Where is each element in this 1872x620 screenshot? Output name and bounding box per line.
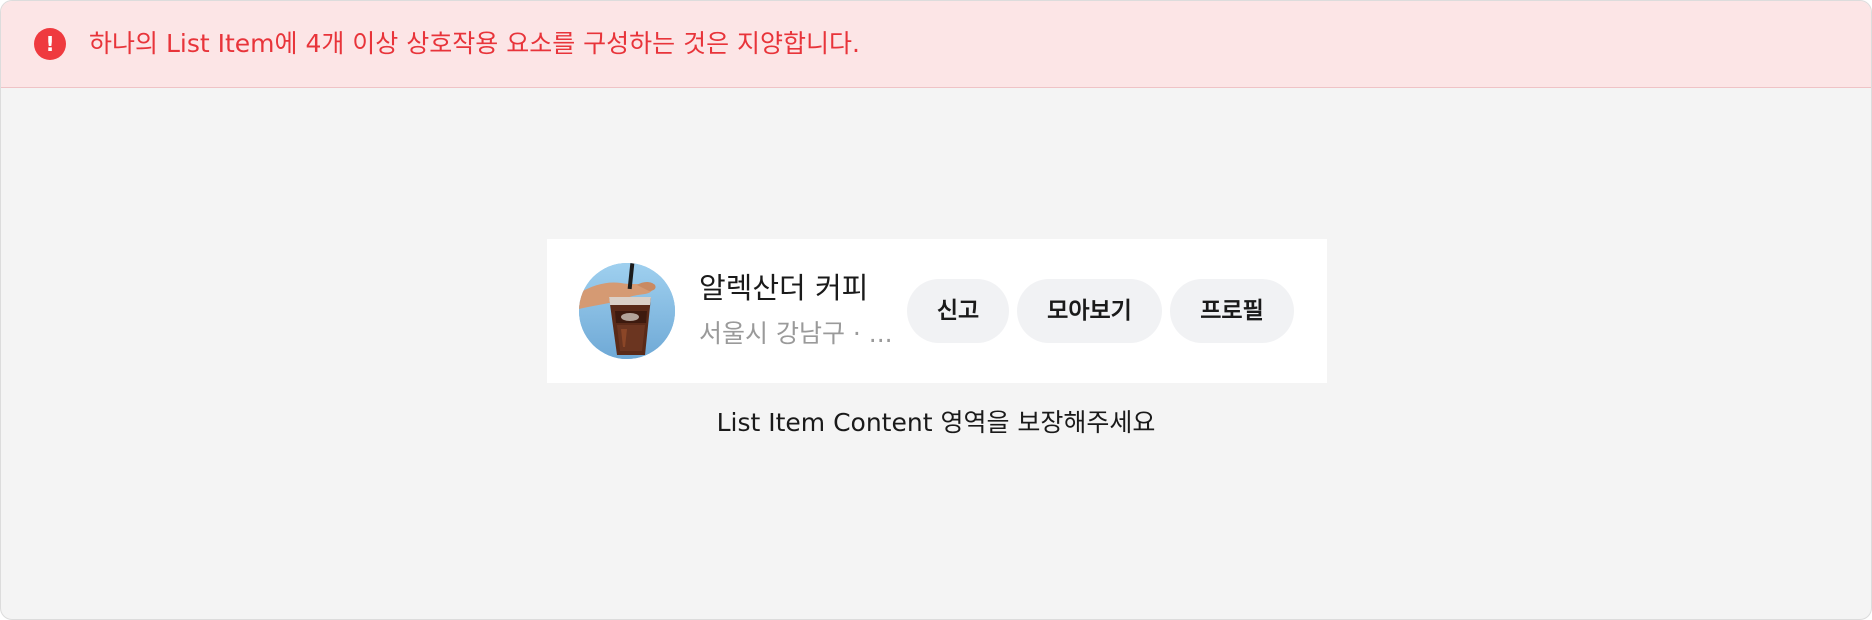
exclamation-icon: !: [34, 28, 66, 60]
list-item-title: 알렉산더 커피: [699, 271, 869, 305]
report-button[interactable]: 신고: [907, 279, 1009, 343]
preview-frame: ! 하나의 List Item에 4개 이상 상호작용 요소를 구성하는 것은 …: [0, 0, 1872, 620]
error-banner: ! 하나의 List Item에 4개 이상 상호작용 요소를 구성하는 것은 …: [1, 1, 1871, 88]
guideline-caption: List Item Content 영역을 보장해주세요: [716, 408, 1156, 437]
profile-button[interactable]: 프로필: [1170, 279, 1294, 343]
coffee-cup-image: [579, 263, 675, 359]
view-all-button[interactable]: 모아보기: [1017, 279, 1162, 343]
error-banner-message: 하나의 List Item에 4개 이상 상호작용 요소를 구성하는 것은 지양…: [89, 29, 860, 58]
list-item-subtitle: 서울시 강남구 · ...: [699, 319, 893, 348]
list-item[interactable]: 알렉산더 커피 서울시 강남구 · ... 신고 모아보기 프로필: [547, 239, 1327, 383]
avatar: [579, 263, 675, 359]
